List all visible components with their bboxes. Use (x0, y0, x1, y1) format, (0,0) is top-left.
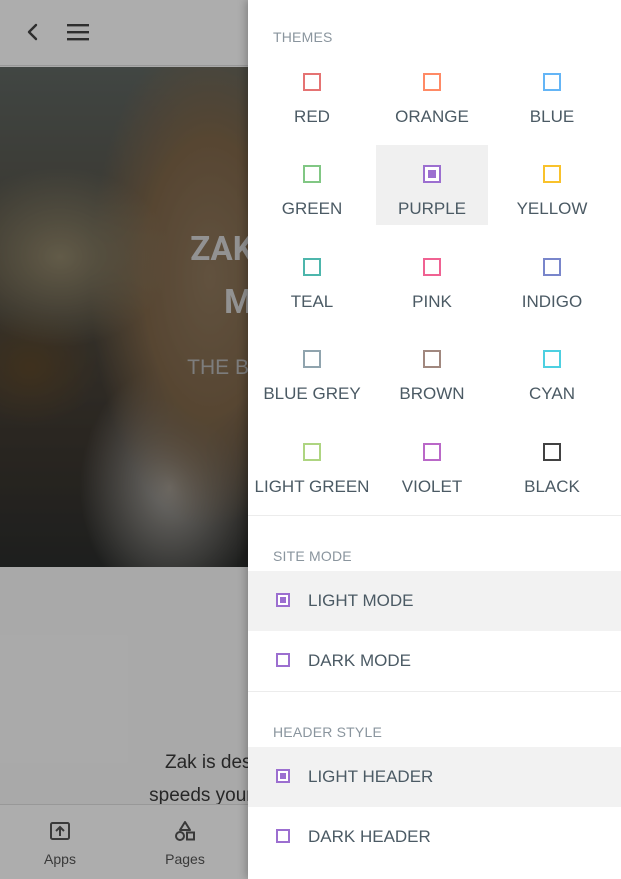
checkbox-unchecked-icon (543, 350, 561, 368)
theme-option-label: CYAN (529, 384, 575, 403)
theme-option-label: PURPLE (397, 199, 467, 218)
divider (248, 515, 621, 516)
theme-option-violet[interactable]: VIOLET (376, 423, 488, 503)
checkbox-unchecked-icon (423, 350, 441, 368)
light-mode-option[interactable]: LIGHT MODE (248, 571, 621, 631)
theme-option-teal[interactable]: TEAL (256, 238, 368, 318)
theme-option-purple[interactable]: PURPLE (376, 145, 488, 225)
theme-option-blue-grey[interactable]: BLUE GREY (256, 330, 368, 410)
light-header-option[interactable]: LIGHT HEADER (248, 747, 621, 807)
checkbox-checked-icon (276, 593, 290, 607)
checkbox-unchecked-icon (276, 653, 290, 667)
theme-option-label: GREEN (281, 199, 343, 218)
theme-option-label: INDIGO (521, 292, 583, 311)
theme-option-label: ORANGE (395, 107, 469, 126)
theme-option-label: LIGHT GREEN (254, 477, 370, 496)
dark-mode-option[interactable]: DARK MODE (248, 631, 621, 691)
checkbox-unchecked-icon (303, 443, 321, 461)
theme-option-cyan[interactable]: CYAN (496, 330, 608, 410)
theme-option-label: BLUE (529, 107, 575, 126)
theme-option-label: YELLOW (516, 199, 588, 218)
checkbox-unchecked-icon (543, 258, 561, 276)
checkbox-unchecked-icon (423, 73, 441, 91)
light-header-label: LIGHT HEADER (308, 767, 434, 786)
dark-header-option[interactable]: DARK HEADER (248, 807, 621, 867)
theme-option-red[interactable]: RED (256, 53, 368, 133)
theme-option-blue[interactable]: BLUE (496, 53, 608, 133)
theme-option-orange[interactable]: ORANGE (376, 53, 488, 133)
checkbox-unchecked-icon (423, 258, 441, 276)
theme-option-label: RED (294, 107, 330, 126)
checkbox-unchecked-icon (543, 165, 561, 183)
theme-option-brown[interactable]: BROWN (376, 330, 488, 410)
theme-option-indigo[interactable]: INDIGO (496, 238, 608, 318)
theme-option-label: VIOLET (401, 477, 463, 496)
theme-option-label: BLUE GREY (263, 384, 361, 403)
checkbox-unchecked-icon (303, 165, 321, 183)
theme-option-yellow[interactable]: YELLOW (496, 145, 608, 225)
checkbox-checked-icon (423, 165, 441, 183)
checkbox-unchecked-icon (423, 443, 441, 461)
dark-header-label: DARK HEADER (308, 827, 431, 846)
divider (248, 691, 621, 692)
header-style-heading: HEADER STYLE (273, 724, 382, 740)
checkbox-checked-icon (276, 769, 290, 783)
theme-option-pink[interactable]: PINK (376, 238, 488, 318)
dark-mode-label: DARK MODE (308, 651, 411, 670)
checkbox-unchecked-icon (303, 350, 321, 368)
theme-option-label: BROWN (399, 384, 465, 403)
checkbox-unchecked-icon (543, 73, 561, 91)
settings-drawer: THEMES RED ORANGE BLUE GREEN PURPLE YELLOW TEA… (248, 0, 621, 879)
theme-option-green[interactable]: GREEN (256, 145, 368, 225)
theme-option-label: PINK (412, 292, 452, 311)
theme-option-black[interactable]: BLACK (496, 423, 608, 503)
light-mode-label: LIGHT MODE (308, 591, 414, 610)
checkbox-unchecked-icon (303, 258, 321, 276)
theme-option-light-green[interactable]: LIGHT GREEN (255, 423, 369, 503)
themes-heading: THEMES (273, 29, 333, 45)
site-mode-heading: SITE MODE (273, 548, 352, 564)
checkbox-unchecked-icon (303, 73, 321, 91)
checkbox-unchecked-icon (276, 829, 290, 843)
theme-option-label: BLACK (524, 477, 580, 496)
checkbox-unchecked-icon (543, 443, 561, 461)
theme-option-label: TEAL (290, 292, 334, 311)
